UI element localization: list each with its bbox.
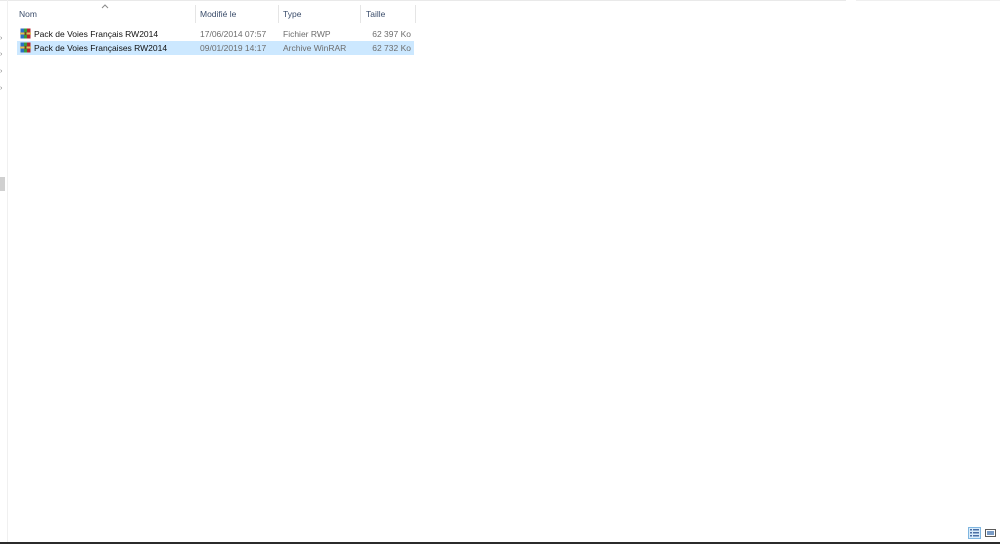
expand-chevron-icon[interactable]: › bbox=[0, 35, 6, 42]
file-size: 62 732 Ko bbox=[372, 43, 411, 53]
file-name: Pack de Voies Françaises RW2014 bbox=[34, 43, 168, 53]
column-separator[interactable] bbox=[278, 5, 279, 23]
column-separator[interactable] bbox=[415, 5, 416, 23]
column-header-modified[interactable]: Modifié le bbox=[200, 5, 277, 23]
file-size: 62 397 Ko bbox=[372, 29, 411, 39]
large-icons-view-button[interactable] bbox=[984, 527, 997, 539]
column-header-type[interactable]: Type bbox=[283, 5, 359, 23]
file-type: Fichier RWP bbox=[283, 29, 331, 39]
window-top-border-right bbox=[856, 0, 1000, 1]
file-modified-date: 09/01/2019 14:17 bbox=[200, 43, 267, 53]
file-row-selected[interactable]: Pack de Voies Françaises RW2014 09/01/20… bbox=[17, 41, 414, 55]
expand-chevron-icon[interactable]: › bbox=[0, 85, 6, 92]
file-name: Pack de Voies Français RW2014 bbox=[34, 29, 159, 39]
winrar-archive-icon bbox=[20, 28, 31, 39]
column-separator[interactable] bbox=[195, 5, 196, 23]
column-header-name[interactable]: Nom bbox=[19, 5, 195, 23]
file-row[interactable]: Pack de Voies Français RW2014 17/06/2014… bbox=[17, 27, 414, 41]
large-icons-view-icon bbox=[985, 529, 996, 537]
window-top-border bbox=[0, 0, 846, 1]
winrar-archive-icon bbox=[20, 42, 31, 53]
details-view-button[interactable] bbox=[968, 527, 981, 539]
navigation-pane: › › › › bbox=[0, 0, 8, 544]
details-view-icon bbox=[970, 529, 979, 537]
column-header-size[interactable]: Taille bbox=[366, 5, 414, 23]
expand-chevron-icon[interactable]: › bbox=[0, 51, 6, 58]
navigation-pane-scrollbar[interactable] bbox=[0, 177, 5, 191]
file-modified-date: 17/06/2014 07:57 bbox=[200, 29, 267, 39]
file-type: Archive WinRAR bbox=[283, 43, 347, 53]
column-separator[interactable] bbox=[360, 5, 361, 23]
expand-chevron-icon[interactable]: › bbox=[0, 68, 6, 75]
